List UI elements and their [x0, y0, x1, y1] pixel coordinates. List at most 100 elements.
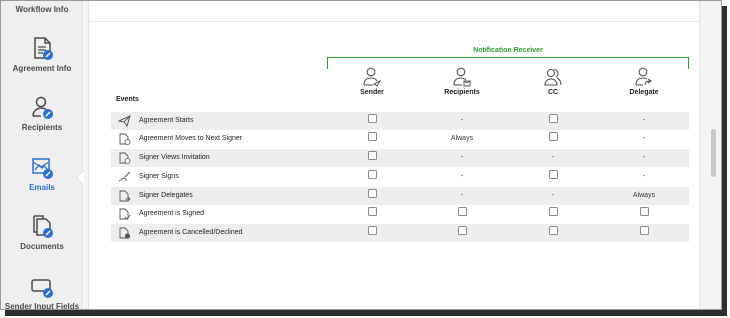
cc-cell: -	[551, 154, 555, 161]
column-header-delegate: Delegate	[599, 67, 689, 96]
sender-checkbox[interactable]	[367, 170, 377, 180]
sidebar-item-label: Emails	[29, 183, 55, 192]
sender-checkbox[interactable]	[367, 132, 377, 142]
send-icon	[118, 115, 131, 127]
table-row: Signer Signs - -	[111, 168, 689, 186]
events-header: Events	[116, 96, 139, 103]
cc-cell	[508, 168, 598, 186]
sidebar-item-label: Sender Input Fields	[4, 302, 80, 310]
event-label: Agreement Starts	[139, 117, 194, 124]
event-label: Agreement is Signed	[139, 210, 204, 217]
recipients-cell: -	[460, 192, 464, 199]
cc-checkbox[interactable]	[548, 226, 558, 236]
sidebar-item-recipients[interactable]: Recipients	[1, 94, 83, 132]
sender-checkbox[interactable]	[367, 226, 377, 236]
doc-delegate-icon	[119, 190, 131, 202]
sender-cell	[327, 224, 417, 242]
notification-panel: Notification Receiver Sender Recipients …	[88, 1, 700, 309]
sign-pen-icon	[118, 171, 131, 182]
sidebar: Workflow Info Agreement Info Recipients	[1, 1, 83, 310]
table-row: Agreement is Cancelled/Declined	[111, 224, 689, 242]
delegate-cell: -	[642, 117, 646, 124]
event-label: Agreement Moves to Next Signer	[139, 135, 243, 142]
delegate-checkbox[interactable]	[639, 226, 649, 236]
cc-cell	[508, 205, 598, 223]
cc-checkbox[interactable]	[548, 114, 558, 124]
recipients-cell: -	[460, 173, 464, 180]
recipients-cell: -	[460, 154, 464, 161]
sidebar-item-documents[interactable]: Documents	[1, 213, 83, 251]
event-label: Signer Views Invitation	[139, 154, 210, 161]
cc-cell	[508, 224, 598, 242]
sidebar-item-agreement-info[interactable]: Agreement Info	[1, 35, 83, 73]
delegate-cell: -	[642, 154, 646, 161]
table-row: Agreement is Signed	[111, 205, 689, 223]
sender-input-fields-icon	[31, 279, 53, 298]
delegate-checkbox[interactable]	[639, 207, 649, 217]
emails-icon	[32, 158, 53, 179]
table-row: Signer Delegates - - Always	[111, 187, 689, 205]
recipients-cell: -	[460, 117, 464, 124]
sidebar-item-label: Agreement Info	[12, 64, 72, 73]
delegate-cell: Always	[632, 192, 656, 199]
delegate-cell	[599, 205, 689, 223]
recipients-icon	[32, 96, 53, 119]
table-row: Agreement Moves to Next Signer Always -	[111, 130, 689, 148]
column-header-cc: CC	[508, 67, 598, 96]
sender-checkbox[interactable]	[367, 189, 377, 199]
sender-cell	[327, 205, 417, 223]
doc-view-icon	[119, 152, 131, 164]
doc-next-icon	[119, 133, 131, 145]
sender-checkbox[interactable]	[367, 114, 377, 124]
scrollbar-thumb[interactable]	[711, 129, 716, 177]
sender-cell	[327, 168, 417, 186]
cc-checkbox[interactable]	[548, 132, 558, 142]
main-content: Notification Receiver Sender Recipients …	[84, 1, 709, 309]
recipients-cell	[417, 224, 507, 242]
event-label: Signer Signs	[139, 173, 179, 180]
agreement-info-icon	[34, 37, 53, 60]
sidebar-item-label: Workflow Info	[15, 5, 69, 14]
recipients-cell	[417, 205, 507, 223]
window-frame: Workflow Info Agreement Info Recipients	[0, 0, 722, 310]
sender-cell	[327, 187, 417, 205]
cc-checkbox[interactable]	[548, 207, 558, 217]
vertical-scrollbar[interactable]	[707, 1, 721, 309]
table-row: Signer Views Invitation - - -	[111, 149, 689, 167]
cc-icon	[544, 68, 562, 86]
cc-cell	[508, 112, 598, 130]
event-label: Signer Delegates	[139, 192, 193, 199]
sender-cell	[327, 112, 417, 130]
column-header-label: Recipients	[444, 89, 480, 96]
sidebar-item-label: Recipients	[21, 123, 63, 132]
sender-checkbox[interactable]	[367, 151, 377, 161]
sidebar-item-emails[interactable]: Emails	[1, 154, 83, 192]
recipients-checkbox[interactable]	[457, 207, 467, 217]
column-header-label: Delegate	[629, 89, 659, 96]
sender-icon	[363, 67, 381, 87]
column-header-label: CC	[547, 89, 559, 96]
sidebar-item-sender-input-fields[interactable]: Sender Input Fields	[1, 273, 83, 310]
doc-cancelled-icon	[119, 227, 131, 239]
delegate-cell	[599, 224, 689, 242]
notification-receiver-title: Notification Receiver	[473, 47, 543, 54]
delegate-icon	[635, 67, 652, 86]
cc-checkbox[interactable]	[548, 170, 558, 180]
cc-cell: -	[551, 192, 555, 199]
recipients-checkbox[interactable]	[457, 226, 467, 236]
column-header-recipients: Recipients	[417, 67, 507, 96]
event-label: Agreement is Cancelled/Declined	[139, 229, 243, 236]
cc-cell	[508, 130, 598, 148]
recipients-cell: Always	[450, 135, 474, 142]
delegate-cell: -	[642, 135, 646, 142]
delegate-cell: -	[642, 173, 646, 180]
sender-cell	[327, 149, 417, 167]
sender-checkbox[interactable]	[367, 207, 377, 217]
column-header-label: Sender	[360, 89, 384, 96]
column-header-sender: Sender	[327, 67, 417, 96]
divider	[89, 21, 699, 22]
recipient-icon	[453, 67, 471, 87]
sidebar-item-workflow-info[interactable]: Workflow Info	[1, 5, 83, 14]
table-row: Agreement Starts - -	[111, 112, 689, 130]
doc-signed-icon	[119, 208, 131, 220]
